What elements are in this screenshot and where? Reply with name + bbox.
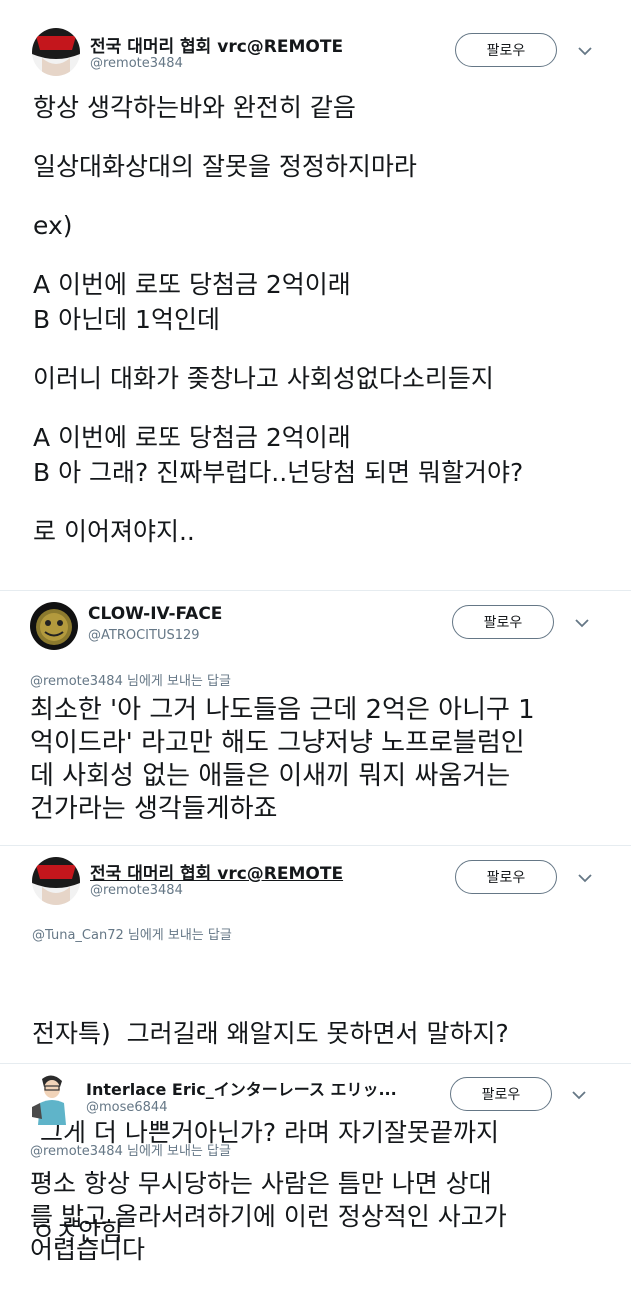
chevron-down-icon[interactable] <box>576 869 594 887</box>
user-handle[interactable]: @mose6844 <box>86 1100 167 1115</box>
tweet-line: 이러니 대화가 좆창나고 사회성없다소리듣지 <box>33 364 494 393</box>
avatar[interactable] <box>30 1073 74 1125</box>
tweet-line: B 아닌데 1억인데 <box>33 305 220 334</box>
user-handle[interactable]: @remote3484 <box>90 56 183 71</box>
tweet-line: 를 밟고 올라서려하기에 이런 정상적인 사고가 <box>30 1202 507 1231</box>
tweet-line: 전자특) 그러길래 왜알지도 못하면서 말하지? <box>32 1019 509 1048</box>
avatar[interactable] <box>32 28 80 76</box>
tweet-3: 전국 대머리 협회 vrc@REMOTE @remote3484 팔로우 @Tu… <box>0 845 631 1246</box>
tweet-line: 최소한 '아 그거 나도들음 근데 2억은 아니구 1 <box>30 695 535 725</box>
tweet-line: 평소 항상 무시당하는 사람은 틈만 나면 상대 <box>30 1169 492 1198</box>
tweet-line: 로 이어져야지.. <box>33 517 195 546</box>
follow-button[interactable]: 팔로우 <box>452 605 554 639</box>
reply-to-label[interactable]: @Tuna_Can72 님에게 보내는 답글 <box>32 924 232 943</box>
avatar-image <box>32 857 80 905</box>
display-name[interactable]: CLOW-IV-FACE <box>88 604 222 624</box>
avatar[interactable] <box>30 602 78 650</box>
chevron-down-icon[interactable] <box>573 614 591 632</box>
tweet-line: A 이번에 로또 당첨금 2억이래 <box>33 423 351 452</box>
display-name[interactable]: 전국 대머리 협회 vrc@REMOTE <box>90 32 343 57</box>
tweet-text: 최소한 '아 그거 나도들음 근데 2억은 아니구 1 억이드라' 라고만 해도… <box>30 694 620 826</box>
tweet-line: 건가라는 생각들게하죠 <box>30 794 278 824</box>
tweet-line: 억이드라' 라고만 해도 그냥저냥 노프로블럼인 <box>30 728 525 758</box>
avatar-image <box>32 28 80 76</box>
tweet-line: 항상 생각하는바와 완전히 같음 <box>33 93 356 122</box>
user-handle[interactable]: @remote3484 <box>90 883 183 898</box>
tweet-2: CLOW-IV-FACE @ATROCITUS129 팔로우 @remote34… <box>0 590 631 845</box>
avatar-image <box>30 602 78 650</box>
user-handle[interactable]: @ATROCITUS129 <box>88 628 200 643</box>
follow-button[interactable]: 팔로우 <box>455 860 557 894</box>
tweet-line: 어렵습니다 <box>30 1235 146 1264</box>
chevron-down-icon[interactable] <box>570 1086 588 1104</box>
reply-to-label[interactable]: @remote3484 님에게 보내는 답글 <box>30 670 231 689</box>
avatar-image <box>30 1073 74 1125</box>
tweet-line: B 아 그래? 진짜부럽다..넌당첨 되면 뭐할거야? <box>33 458 524 487</box>
display-name[interactable]: 전국 대머리 협회 vrc@REMOTE <box>90 859 343 884</box>
tweet-line: A 이번에 로또 당첨금 2억이래 <box>33 270 351 299</box>
follow-button[interactable]: 팔로우 <box>455 33 557 67</box>
tweet-line: 데 사회성 없는 애들은 이새끼 뭐지 싸움거는 <box>30 761 511 791</box>
follow-button[interactable]: 팔로우 <box>450 1077 552 1111</box>
chevron-down-icon[interactable] <box>576 42 594 60</box>
tweet-line: 일상대화상대의 잘못을 정정하지마라 <box>33 152 417 181</box>
tweet-text: 평소 항상 무시당하는 사람은 틈만 나면 상대 를 밟고 올라서려하기에 이런… <box>30 1167 620 1266</box>
tweet-1: 전국 대머리 협회 vrc@REMOTE @remote3484 팔로우 항상 … <box>0 0 631 590</box>
tweet-4: Interlace Eric_インターレース エリッ... @mose6844 … <box>0 1063 631 1300</box>
avatar[interactable] <box>32 857 80 905</box>
tweet-text: 항상 생각하는바와 완전히 같음 일상대화상대의 잘못을 정정하지마라 ex) … <box>33 90 613 549</box>
reply-to-label[interactable]: @remote3484 님에게 보내는 답글 <box>30 1140 231 1159</box>
display-name[interactable]: Interlace Eric_インターレース エリッ... <box>86 1076 397 1100</box>
tweet-line: ex) <box>33 211 73 240</box>
